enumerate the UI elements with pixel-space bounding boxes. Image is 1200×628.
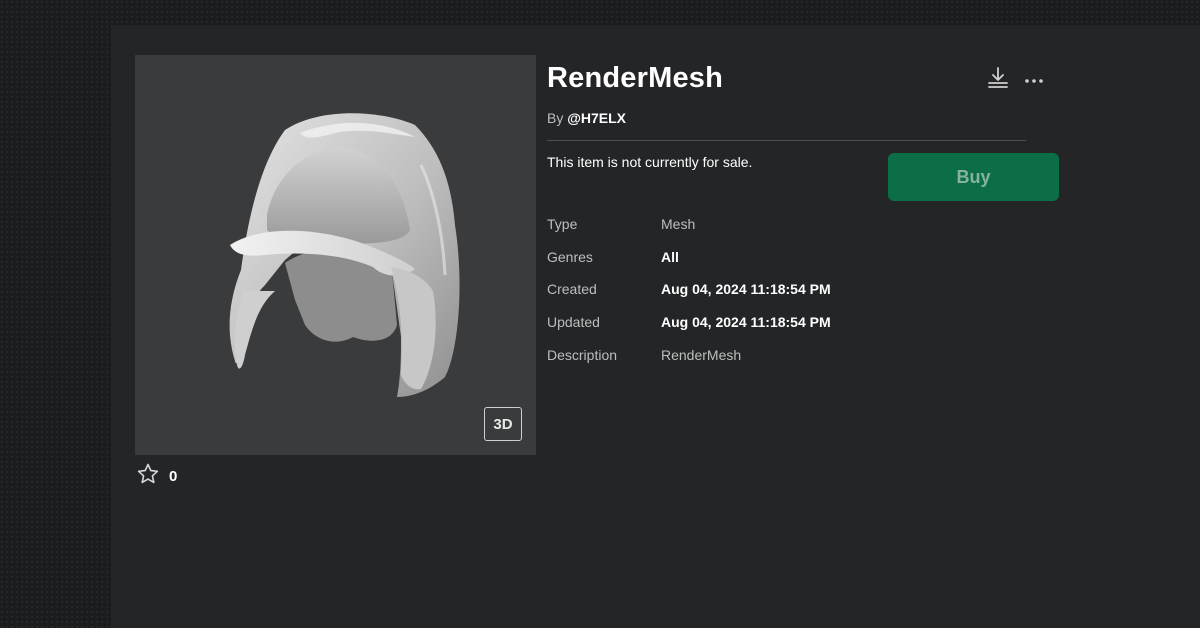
buy-label: Buy xyxy=(956,166,991,187)
detail-label-description: Description xyxy=(547,347,618,363)
item-title: RenderMesh xyxy=(547,62,724,94)
detail-label-created: Created xyxy=(547,281,597,297)
detail-value-description: RenderMesh xyxy=(661,347,742,363)
detail-value-genres[interactable]: All xyxy=(661,249,679,265)
detail-value-updated: Aug 04, 2024 11:18:54 PM xyxy=(661,314,831,330)
sale-status: This item is not currently for sale. xyxy=(547,154,753,170)
detail-value-created: Aug 04, 2024 11:18:54 PM xyxy=(661,281,831,297)
detail-label-genres: Genres xyxy=(547,249,593,265)
detail-label-updated: Updated xyxy=(547,314,600,330)
creator-byline: By @H7ELX xyxy=(547,110,626,126)
buy-button[interactable]: Buy xyxy=(888,153,1059,201)
more-options-button[interactable] xyxy=(1021,68,1047,92)
download-button[interactable] xyxy=(984,66,1012,94)
by-label: By xyxy=(547,110,564,126)
creator-link[interactable]: @H7ELX xyxy=(567,110,626,126)
item-thumbnail: 3D xyxy=(135,55,536,455)
more-options-icon xyxy=(1024,71,1044,89)
favorite-area[interactable]: 0 xyxy=(136,462,177,491)
hood-cap-render xyxy=(229,113,460,397)
view-3d-button[interactable]: 3D xyxy=(484,407,522,441)
download-icon xyxy=(985,65,1011,96)
detail-label-type: Type xyxy=(547,216,578,232)
view-3d-label: 3D xyxy=(493,415,513,433)
star-outline-icon[interactable] xyxy=(136,462,160,491)
header-divider xyxy=(547,140,1026,141)
detail-value-type: Mesh xyxy=(661,216,696,232)
favorite-count: 0 xyxy=(169,468,178,485)
